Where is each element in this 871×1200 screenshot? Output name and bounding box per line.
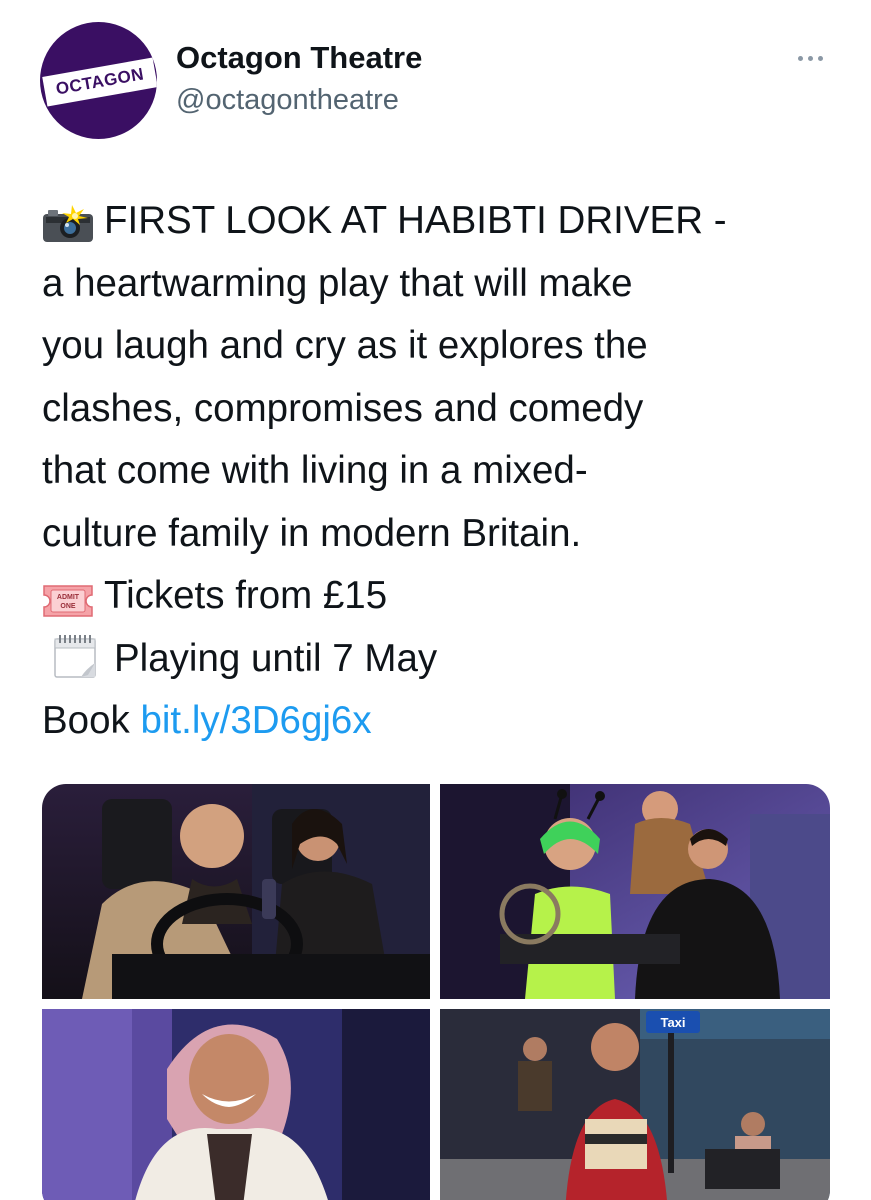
calendar-icon: [52, 633, 98, 679]
account-handle[interactable]: @octagontheatre: [176, 84, 399, 117]
stage-photo-car-scene[interactable]: [42, 784, 430, 999]
tweet-playing-line: Playing until 7 May: [42, 628, 842, 691]
playing-text: Playing until 7 May: [114, 636, 438, 680]
tweet-line-2: a heartwarming play that will make: [42, 261, 633, 305]
account-avatar[interactable]: OCTAGON: [40, 22, 157, 139]
book-label: Book: [42, 699, 130, 742]
tweet-line-4: clashes, compromises and comedy: [42, 386, 644, 430]
tweet-line-6: culture family in modern Britain.: [42, 511, 582, 555]
octagon-logo: OCTAGON: [42, 57, 157, 107]
tweet-line-3: you laugh and cry as it explores the: [42, 324, 648, 367]
ticket-link[interactable]: bit.ly/3D6gj6x: [140, 699, 371, 742]
tweet-line-1-text: FIRST LOOK AT HABIBTI DRIVER -: [104, 199, 727, 242]
tweet-line-5: that come with living in a mixed-: [42, 449, 588, 492]
tweet-book-line: Book bit.ly/3D6gj6x: [42, 690, 842, 753]
media-grid: Taxi: [42, 784, 830, 1200]
more-options-icon[interactable]: [790, 48, 830, 68]
ticket-icon: ADMIT ONE: [42, 576, 94, 617]
account-name[interactable]: Octagon Theatre: [176, 40, 422, 76]
tweet-body: FIRST LOOK AT HABIBTI DRIVER - a heartwa…: [42, 190, 842, 753]
ticket-emoji-text: ADMIT: [57, 594, 80, 601]
tweet-tickets-line: ADMIT ONE Tickets from £15: [42, 565, 842, 628]
stage-photo-taxi-scene[interactable]: Taxi: [440, 1009, 830, 1200]
tweet-line-1: FIRST LOOK AT HABIBTI DRIVER -: [42, 190, 842, 253]
tweet-header: OCTAGON Octagon Theatre @octagontheatre: [0, 0, 871, 150]
taxi-sign: Taxi: [660, 1015, 685, 1030]
ticket-emoji-text-2: ONE: [60, 603, 76, 610]
camera-flash-icon: [42, 200, 94, 242]
tickets-text: Tickets from £15: [104, 574, 388, 617]
stage-photo-alien-costume-scene[interactable]: [440, 784, 830, 999]
stage-photo-hijab-portrait[interactable]: [42, 1009, 430, 1200]
logo-text: OCTAGON: [54, 64, 146, 99]
